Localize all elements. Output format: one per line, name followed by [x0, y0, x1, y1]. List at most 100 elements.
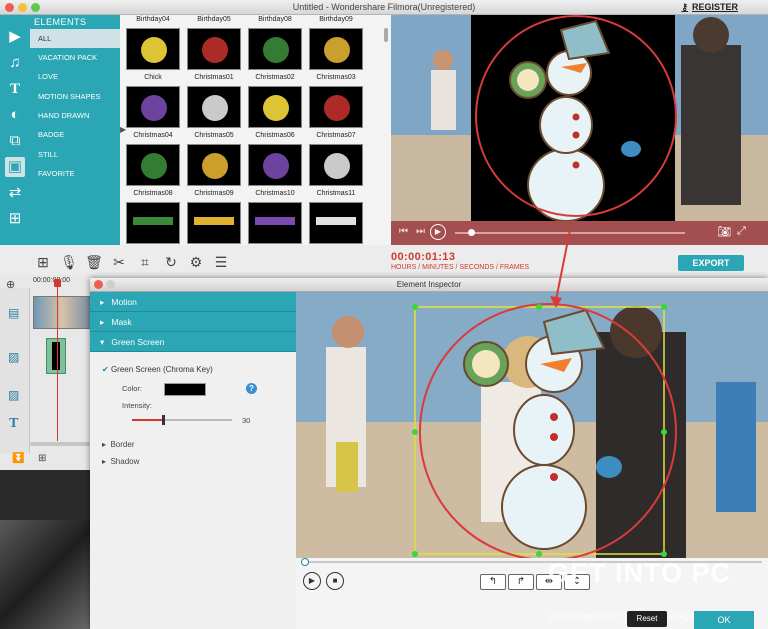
element-thumbnail[interactable] — [248, 144, 302, 186]
thumbnail-label: Christmas01 — [194, 74, 234, 81]
timeline-scrollbar[interactable] — [30, 442, 90, 446]
playhead[interactable] — [57, 281, 58, 441]
element-thumbnail[interactable] — [309, 144, 363, 186]
camera-icon[interactable]: 📷︎ — [717, 225, 731, 238]
filters-icon[interactable]: ◐ — [5, 105, 25, 125]
register-label: REGISTER — [691, 2, 738, 12]
inspector-title-bar: Element Inspector — [90, 278, 768, 292]
rotate-right-icon[interactable]: ↱ — [508, 574, 534, 590]
preview-progress-handle[interactable] — [468, 229, 475, 236]
element-clip[interactable] — [46, 338, 66, 374]
music-icon[interactable]: ♫ — [5, 53, 25, 73]
elements-icon[interactable]: ▣ — [5, 157, 25, 177]
connector-arrow — [550, 229, 571, 308]
category-favorite[interactable]: FAVORITE — [30, 164, 120, 183]
expand-arrow-icon: ▸ — [100, 297, 105, 307]
add-track-icon[interactable]: ⊕ — [6, 278, 15, 291]
crop-icon[interactable]: ⌗ — [136, 252, 154, 272]
reset-button[interactable]: Reset — [627, 611, 667, 627]
element-thumbnail[interactable] — [309, 86, 363, 128]
key-color-swatch[interactable] — [164, 383, 206, 396]
inspector-stop-icon[interactable]: ■ — [326, 572, 344, 590]
collapse-arrow-icon: ▾ — [100, 337, 105, 347]
category-still[interactable]: STILL — [30, 145, 120, 164]
thumbnail-grid: Birthday04 Birthday05 Birthday08 Birthday09… — [120, 15, 384, 245]
settings-icon[interactable]: ⚙ — [187, 252, 205, 272]
fullscreen-icon[interactable]: ⤢ — [737, 225, 746, 238]
section-mask-label: Mask — [111, 317, 132, 327]
play-icon[interactable]: ▶ — [430, 224, 446, 240]
text-track-icon: T — [9, 416, 19, 431]
inspector-progress-handle[interactable] — [301, 558, 309, 566]
thumbnails-scrollbar[interactable] — [384, 28, 388, 42]
element-thumbnail[interactable] — [187, 28, 241, 70]
delete-icon[interactable]: 🗑︎ — [85, 252, 103, 272]
chroma-key-label: Green Screen (Chroma Key) — [110, 365, 213, 374]
category-all[interactable]: ALL — [30, 29, 120, 48]
media-icon-bar: ▶ ♫ T ◐ ⧉ ▣ ⇄ ⊞ — [0, 15, 30, 245]
element-thumbnail[interactable] — [187, 144, 241, 186]
element-thumbnail[interactable] — [187, 86, 241, 128]
video-preview — [391, 15, 768, 221]
track-headers: ▤ ▨ ▨ T — [0, 288, 30, 453]
rotate-icon[interactable]: ↻ — [162, 252, 180, 272]
transitions-icon[interactable]: ⇄ — [5, 183, 25, 203]
category-love[interactable]: LOVE — [30, 67, 120, 86]
register-link[interactable]: ⚷ REGISTER — [681, 0, 738, 15]
adjust-icon[interactable]: ☰ — [212, 252, 230, 272]
playhead-handle[interactable] — [54, 279, 61, 287]
microphone-icon[interactable]: 🎙︎ — [60, 252, 78, 272]
section-border[interactable]: ▸ Border — [102, 440, 134, 449]
section-shadow[interactable]: ▸ Shadow — [102, 457, 139, 466]
thumbnail-label: Birthday04 — [136, 16, 170, 23]
record-icon[interactable]: ⊞ — [34, 252, 52, 272]
element-thumbnail[interactable] — [248, 86, 302, 128]
section-mask[interactable]: ▸ Mask — [90, 312, 296, 332]
title-bar: Untitled - Wondershare Filmora(Unregiste… — [0, 0, 768, 15]
element-thumbnail[interactable] — [309, 28, 363, 70]
overlays-icon[interactable]: ⧉ — [5, 131, 25, 151]
intensity-slider-fill — [132, 419, 162, 421]
zoom-window-button[interactable] — [31, 3, 40, 12]
element-thumbnail[interactable] — [248, 28, 302, 70]
category-vacation-pack[interactable]: VACATION PACK — [30, 48, 120, 67]
category-motion-shapes[interactable]: MOTION SHAPES — [30, 87, 120, 106]
element-thumbnail[interactable] — [187, 202, 241, 244]
video-clip[interactable] — [33, 296, 91, 329]
section-green-screen[interactable]: ▾ Green Screen — [90, 332, 296, 352]
inspector-preview — [296, 292, 768, 558]
element-thumbnail[interactable] — [126, 86, 180, 128]
category-badge[interactable]: BADGE — [30, 125, 120, 144]
section-border-label: Border — [110, 440, 135, 449]
intensity-label: Intensity: — [122, 401, 153, 410]
prev-frame-icon[interactable]: ⏮ — [399, 226, 408, 237]
element-thumbnail[interactable] — [309, 202, 363, 244]
element-thumbnail[interactable] — [126, 144, 180, 186]
chroma-key-checkbox[interactable]: ✔ Green Screen (Chroma Key) — [102, 365, 213, 374]
media-icon[interactable]: ▶ — [5, 27, 25, 47]
timeline-ruler: 00:00:00:00 — [33, 277, 70, 284]
element-thumbnail[interactable] — [126, 28, 180, 70]
export-button[interactable]: EXPORT — [678, 255, 744, 271]
text-icon[interactable]: T — [5, 79, 25, 99]
inspector-minimize-button[interactable] — [106, 280, 115, 289]
inspector-play-icon[interactable]: ▶ — [303, 572, 321, 590]
element-thumbnail[interactable] — [126, 202, 180, 244]
section-motion-label: Motion — [111, 297, 137, 307]
zoom-out-icon[interactable]: ⏬ — [12, 453, 24, 464]
rotate-left-icon[interactable]: ↰ — [480, 574, 506, 590]
help-icon[interactable]: ? — [246, 383, 257, 394]
split-screen-icon[interactable]: ⊞ — [5, 209, 25, 229]
split-icon[interactable]: ✂ — [110, 252, 128, 272]
category-hand-drawn[interactable]: HAND DRAWN — [30, 106, 120, 125]
minimize-window-button[interactable] — [18, 3, 27, 12]
element-thumbnail[interactable] — [248, 202, 302, 244]
next-frame-icon[interactable]: ⏭ — [416, 226, 425, 237]
close-window-button[interactable] — [5, 3, 14, 12]
ok-button[interactable]: OK — [694, 611, 754, 629]
section-motion[interactable]: ▸ Motion — [90, 292, 296, 312]
inspector-close-button[interactable] — [94, 280, 103, 289]
intensity-slider-handle[interactable] — [162, 415, 165, 425]
storyboard-icon[interactable]: ⊞ — [38, 453, 46, 464]
preview-image — [391, 15, 768, 221]
